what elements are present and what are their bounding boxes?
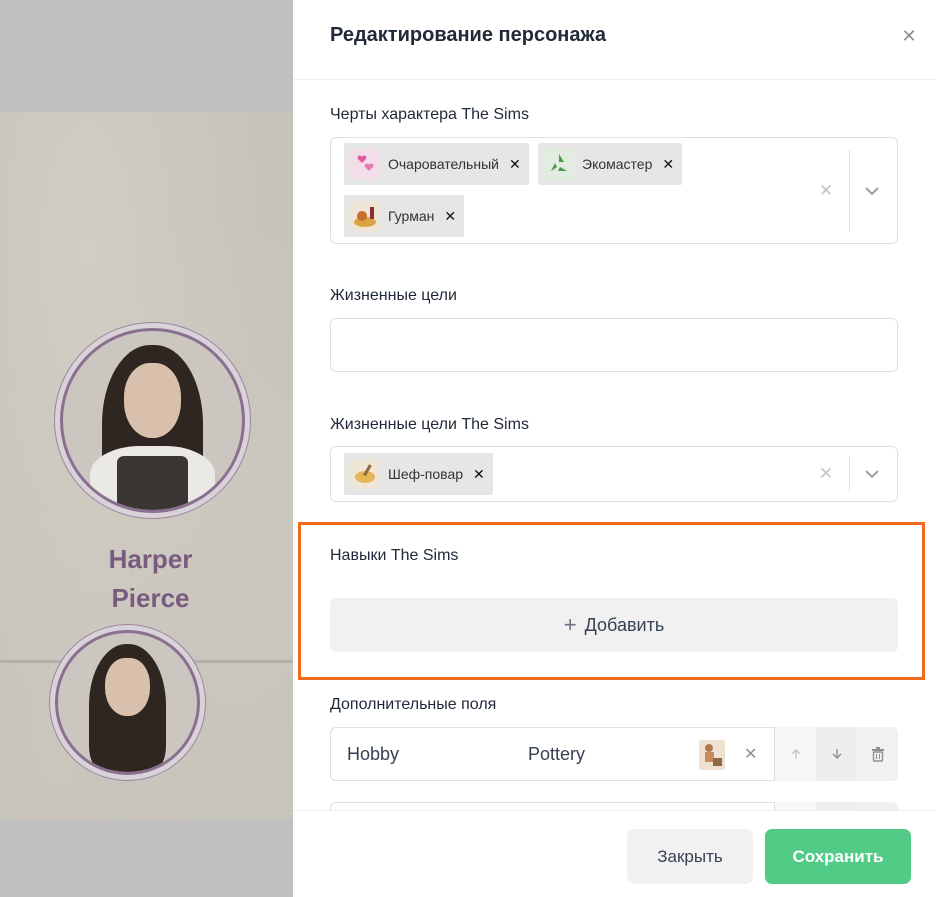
add-skill-button[interactable]: + Добавить xyxy=(330,598,898,652)
tag-label: Очаровательный xyxy=(388,156,499,172)
trash-icon xyxy=(871,747,884,762)
select-separator xyxy=(849,457,850,491)
custom-field-icon-picker[interactable]: ✕ xyxy=(694,727,775,781)
background-top-bar xyxy=(0,0,293,112)
custom-field-key-input[interactable]: Hobby xyxy=(330,727,513,781)
character-last-name: Pierce xyxy=(111,583,190,613)
background-character-panel: Harper Pierce xyxy=(0,112,293,820)
secondary-character-portrait xyxy=(55,630,200,775)
traits-label: Черты характера The Sims xyxy=(330,106,529,123)
tag-charming: Очаровательный ✕ xyxy=(344,143,529,185)
remove-tag-icon[interactable]: ✕ xyxy=(662,156,674,173)
chef-icon xyxy=(350,459,380,489)
tag-eco-master: Экомастер ✕ xyxy=(538,143,683,185)
tag-label: Шеф-повар xyxy=(388,466,464,482)
character-portrait xyxy=(60,328,245,513)
sims-life-goals-label: Жизненные цели The Sims xyxy=(330,416,529,433)
remove-tag-icon[interactable]: ✕ xyxy=(509,156,521,173)
character-name: Harper Pierce xyxy=(0,540,293,618)
pottery-wheel-icon xyxy=(699,740,725,770)
arrow-down-icon xyxy=(832,749,841,759)
sims-life-goals-select[interactable]: Шеф-повар ✕ ✕ xyxy=(330,446,898,502)
custom-fields-label: Дополнительные поля xyxy=(330,696,497,713)
plus-icon: + xyxy=(563,612,577,637)
remove-tag-icon[interactable]: ✕ xyxy=(473,466,485,483)
chevron-down-icon[interactable] xyxy=(862,464,882,484)
skills-label: Навыки The Sims xyxy=(330,547,459,564)
tag-label: Гурман xyxy=(388,208,435,224)
drawer-footer: Закрыть Сохранить xyxy=(293,810,936,897)
add-skill-label: Добавить xyxy=(584,614,665,635)
move-down-button[interactable] xyxy=(816,727,857,781)
custom-field-row-partial xyxy=(330,802,898,810)
remove-tag-icon[interactable]: ✕ xyxy=(444,208,456,225)
tag-gourmet: Гурман ✕ xyxy=(344,195,465,237)
background-bottom-bar xyxy=(0,820,293,897)
clear-icon[interactable]: ✕ xyxy=(816,464,836,484)
gourmet-plate-icon xyxy=(350,201,380,231)
tag-label: Экомастер xyxy=(582,156,653,172)
close-icon[interactable]: ✕ xyxy=(897,24,921,48)
select-separator xyxy=(849,150,850,232)
edit-character-drawer: Редактирование персонажа ✕ Черты характе… xyxy=(293,0,936,897)
chevron-down-icon[interactable] xyxy=(862,181,882,201)
arrow-up-icon xyxy=(791,749,800,759)
recycle-icon xyxy=(544,149,574,179)
life-goals-input[interactable] xyxy=(330,318,898,372)
clear-icon[interactable]: ✕ xyxy=(816,181,836,201)
move-up-button[interactable] xyxy=(775,727,816,781)
life-goals-label: Жизненные цели xyxy=(330,287,457,304)
close-button[interactable]: Закрыть xyxy=(627,829,753,884)
tag-chef: Шеф-повар ✕ xyxy=(344,453,493,495)
character-first-name: Harper xyxy=(108,544,193,574)
custom-field-value-input[interactable]: Pottery xyxy=(512,727,695,781)
clear-icon[interactable]: ✕ xyxy=(744,744,757,764)
delete-row-button[interactable] xyxy=(857,727,898,781)
save-button[interactable]: Сохранить xyxy=(765,829,911,884)
traits-select[interactable]: Очаровательный ✕ Экомастер ✕ Гурман ✕ ✕ xyxy=(330,137,898,244)
custom-field-row: Hobby Pottery ✕ xyxy=(330,727,898,781)
drawer-header: Редактирование персонажа ✕ xyxy=(293,0,936,80)
hearts-icon xyxy=(350,149,380,179)
drawer-title: Редактирование персонажа xyxy=(330,24,607,46)
